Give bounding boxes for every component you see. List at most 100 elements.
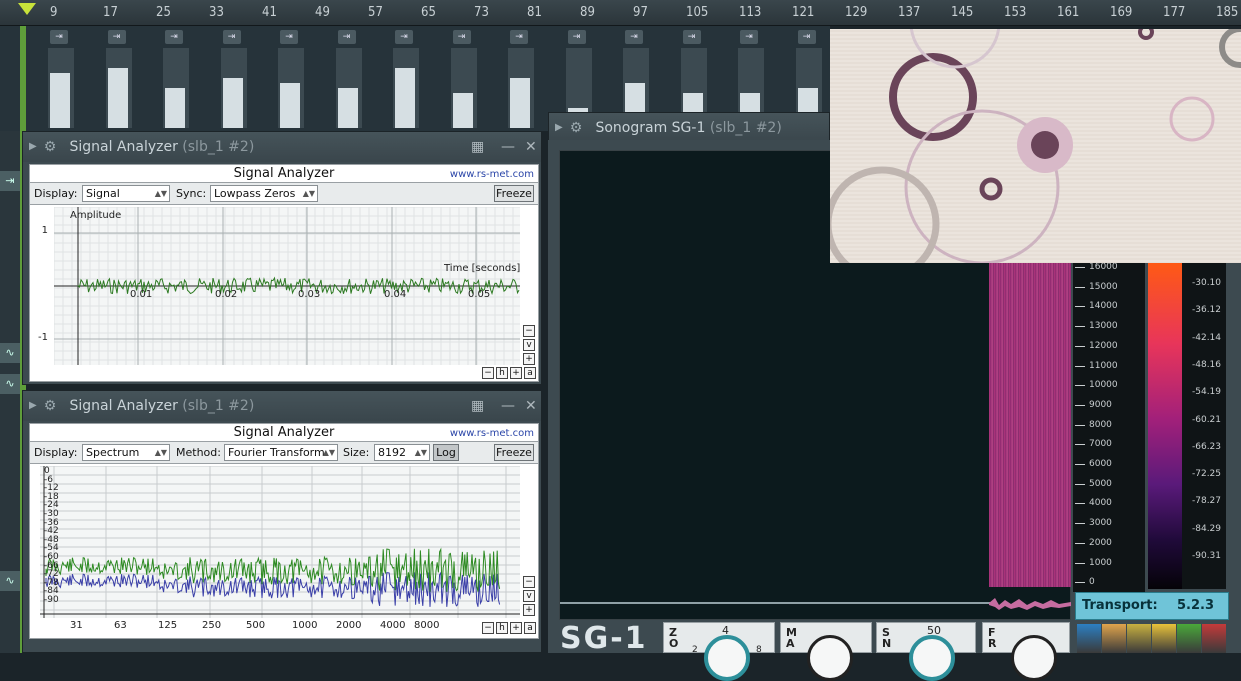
clip-mute-icon[interactable]: ⇥ xyxy=(222,30,241,44)
audio-clip[interactable] xyxy=(508,48,534,128)
clip-mute-icon[interactable]: ⇥ xyxy=(452,30,471,44)
audio-clip[interactable] xyxy=(163,48,189,128)
website-link[interactable]: www.rs-met.com xyxy=(450,166,534,184)
clip-mute-icon[interactable]: ⇥ xyxy=(797,30,816,44)
audio-clip[interactable] xyxy=(105,48,132,128)
signal-analyzer-window-2[interactable]: ▶ ⚙ Signal Analyzer (slb_1 #2) ▦ — ✕ Sig… xyxy=(22,390,542,653)
x-tick: 8000 xyxy=(414,620,440,631)
zoom-knob-group[interactable]: ZO 4 2 8 xyxy=(663,622,775,681)
zoom-knob[interactable] xyxy=(704,635,750,681)
track-mute-icon[interactable]: ⇥ xyxy=(0,171,20,191)
timeline-ruler[interactable]: 9 17 25 33 41 49 57 65 73 81 89 97 105 113 121 129 137 14… xyxy=(0,0,1241,26)
method-select[interactable]: Fourier Transform ▲▼ xyxy=(224,444,338,461)
zoom-auto-button[interactable]: a xyxy=(524,367,536,379)
zoom-v-label[interactable]: v xyxy=(523,590,535,602)
fr-knob-group[interactable]: FR xyxy=(982,622,1070,681)
updown-icon: ▲▼ xyxy=(154,448,167,457)
zoom-h-label[interactable]: h xyxy=(496,367,508,379)
clip-mute-icon[interactable]: ⇥ xyxy=(337,30,356,44)
color-scheme-swatch[interactable] xyxy=(1177,624,1201,653)
audio-clip[interactable] xyxy=(335,48,362,128)
collapse-arrow-icon[interactable]: ▶ xyxy=(29,391,37,421)
clip-mute-icon[interactable]: ⇥ xyxy=(165,30,183,44)
ruler-tick: 129 xyxy=(845,5,868,20)
minimize-icon[interactable]: — xyxy=(501,132,515,162)
clip-mute-icon[interactable]: ⇥ xyxy=(395,30,413,44)
zoom-out-v-button[interactable]: − xyxy=(523,576,535,588)
zoom-v-label[interactable]: v xyxy=(523,339,535,351)
window-titlebar[interactable]: ▶ ⚙ Sonogram SG-1 (slb_1 #2) xyxy=(549,113,829,143)
automation-icon[interactable]: ∿ xyxy=(0,374,20,394)
minimize-icon[interactable]: — xyxy=(501,391,515,421)
display-select[interactable]: Spectrum ▲▼ xyxy=(82,444,170,461)
signal-plot[interactable] xyxy=(54,207,520,365)
zoom-out-h-button[interactable]: − xyxy=(482,367,494,379)
audio-clip[interactable] xyxy=(450,48,477,128)
audio-clip[interactable] xyxy=(48,48,74,128)
transport-value: 5.2.3 xyxy=(1176,598,1214,613)
left-track-strip: ⇥ ∿ ∿ ∿ xyxy=(0,131,20,653)
color-scheme-swatch[interactable] xyxy=(1152,624,1176,653)
clip-mute-icon[interactable]: ⇥ xyxy=(625,30,643,44)
freq-label: 4000 xyxy=(1089,498,1112,509)
display-select[interactable]: Signal ▲▼ xyxy=(82,185,170,202)
sn-knob-group[interactable]: SN 50 xyxy=(876,622,976,681)
panel-title: Signal Analyzer xyxy=(233,425,335,440)
knob-letter: SN xyxy=(882,626,892,650)
collapse-arrow-icon[interactable]: ▶ xyxy=(555,113,563,143)
clip-mute-icon[interactable]: ⇥ xyxy=(107,30,126,44)
playhead-marker-icon[interactable] xyxy=(18,3,36,15)
gear-icon[interactable]: ⚙ xyxy=(567,113,585,143)
ma-knob-group[interactable]: MA xyxy=(780,622,872,681)
updown-icon: ▲▼ xyxy=(154,189,167,198)
spectrum-plot[interactable] xyxy=(40,466,520,618)
db-label: -36.12 xyxy=(1192,305,1222,316)
clip-mute-icon[interactable]: ⇥ xyxy=(510,30,528,44)
fr-knob[interactable] xyxy=(1011,635,1057,681)
window-titlebar[interactable]: ▶ ⚙ Signal Analyzer (slb_1 #2) ▦ — ✕ xyxy=(23,391,541,421)
audio-clip[interactable] xyxy=(393,48,419,128)
color-scheme-swatch[interactable] xyxy=(1077,624,1101,653)
zoom-in-v-button[interactable]: + xyxy=(523,604,535,616)
zoom-in-h-button[interactable]: + xyxy=(510,367,522,379)
clip-mute-icon[interactable]: ⇥ xyxy=(50,30,68,44)
gear-icon[interactable]: ⚙ xyxy=(41,391,59,421)
clip-mute-icon[interactable]: ⇥ xyxy=(682,30,701,44)
signal-analyzer-window-1[interactable]: ▶ ⚙ Signal Analyzer (slb_1 #2) ▦ — ✕ Sig… xyxy=(22,131,542,385)
clip-mute-icon[interactable]: ⇥ xyxy=(740,30,758,44)
sn-knob[interactable] xyxy=(909,635,955,681)
website-link[interactable]: www.rs-met.com xyxy=(450,425,534,443)
zoom-in-v-button[interactable]: + xyxy=(523,353,535,365)
zoom-h-label[interactable]: h xyxy=(496,622,508,634)
sync-select[interactable]: Lowpass Zeros ▲▼ xyxy=(210,185,318,202)
zoom-in-h-button[interactable]: + xyxy=(510,622,522,634)
clip-waveform xyxy=(50,73,70,128)
zoom-out-v-button[interactable]: − xyxy=(523,325,535,337)
size-select[interactable]: 8192 ▲▼ xyxy=(374,444,430,461)
grid-icon[interactable]: ▦ xyxy=(471,132,484,162)
automation-icon[interactable]: ∿ xyxy=(0,343,20,363)
zoom-out-h-button[interactable]: − xyxy=(482,622,494,634)
ma-knob[interactable] xyxy=(807,635,853,681)
log-toggle[interactable]: Log xyxy=(433,444,459,461)
audio-clip[interactable] xyxy=(220,48,247,128)
waveform-preview xyxy=(989,592,1071,614)
automation-icon[interactable]: ∿ xyxy=(0,571,20,591)
window-title: Signal Analyzer xyxy=(69,398,178,414)
close-icon[interactable]: ✕ xyxy=(525,132,537,162)
freeze-button[interactable]: Freeze xyxy=(494,185,534,202)
close-icon[interactable]: ✕ xyxy=(525,391,537,421)
collapse-arrow-icon[interactable]: ▶ xyxy=(29,132,37,162)
freeze-button[interactable]: Freeze xyxy=(494,444,534,461)
gear-icon[interactable]: ⚙ xyxy=(41,132,59,162)
freq-tick xyxy=(1075,404,1085,406)
zoom-auto-button[interactable]: a xyxy=(524,622,536,634)
grid-icon[interactable]: ▦ xyxy=(471,391,484,421)
clip-mute-icon[interactable]: ⇥ xyxy=(567,30,586,44)
color-scheme-swatch[interactable] xyxy=(1102,624,1126,653)
color-scheme-swatch[interactable] xyxy=(1127,624,1151,653)
window-titlebar[interactable]: ▶ ⚙ Signal Analyzer (slb_1 #2) ▦ — ✕ xyxy=(23,132,541,162)
clip-mute-icon[interactable]: ⇥ xyxy=(280,30,298,44)
color-scheme-swatch[interactable] xyxy=(1202,624,1226,653)
audio-clip[interactable] xyxy=(278,48,304,128)
